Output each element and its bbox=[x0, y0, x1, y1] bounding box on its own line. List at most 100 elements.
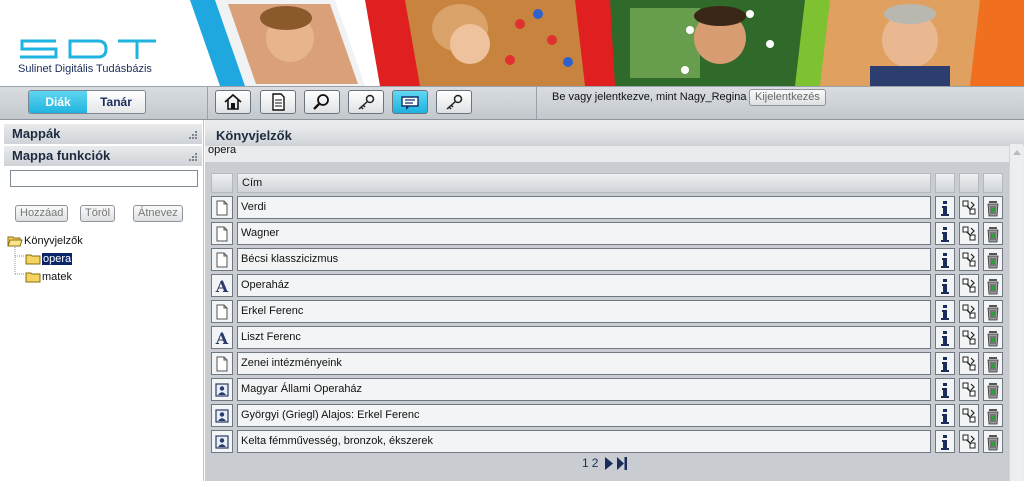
move-icon[interactable] bbox=[959, 352, 979, 375]
info-icon[interactable] bbox=[935, 326, 955, 349]
login-key-button[interactable] bbox=[348, 90, 384, 114]
toolbar-divider bbox=[536, 87, 537, 119]
collapse-grip-icon[interactable] bbox=[188, 130, 198, 139]
bookmarks-panel-title: Könyvjelzők bbox=[216, 128, 292, 143]
bookmark-title-link[interactable]: Operaház bbox=[237, 274, 931, 297]
table-header: Cím bbox=[211, 173, 1010, 193]
portrait-image-icon bbox=[211, 430, 233, 453]
document-icon bbox=[211, 196, 233, 219]
bookmark-title-link[interactable]: Wagner bbox=[237, 222, 931, 245]
header-title-cell: Cím bbox=[237, 173, 931, 193]
trash-icon[interactable] bbox=[983, 300, 1003, 323]
trash-icon[interactable] bbox=[983, 196, 1003, 219]
bookmark-list: Cím Verdi Wagner Bécsi klasszicizmus A Opera… bbox=[205, 162, 1009, 481]
move-icon[interactable] bbox=[959, 300, 979, 323]
bookmark-title-link[interactable]: Bécsi klasszicizmus bbox=[237, 248, 931, 271]
info-icon[interactable] bbox=[935, 352, 955, 375]
folder-name-input[interactable] bbox=[10, 170, 198, 187]
logout-button[interactable]: Kijelentkezés bbox=[749, 89, 826, 106]
role-teacher-button[interactable]: Tanár bbox=[87, 91, 145, 113]
table-row: Erkel Ferenc bbox=[211, 300, 1010, 323]
add-folder-button[interactable]: Hozzáad bbox=[15, 205, 69, 222]
admin-key-button[interactable] bbox=[436, 90, 472, 114]
info-icon[interactable] bbox=[935, 274, 955, 297]
collapse-grip-icon[interactable] bbox=[188, 152, 198, 161]
table-row: Verdi bbox=[211, 196, 1010, 219]
bookmark-title-link[interactable]: Zenei intézményeink bbox=[237, 352, 931, 375]
move-icon[interactable] bbox=[959, 222, 979, 245]
tree-folder-matek[interactable]: matek bbox=[25, 271, 72, 283]
site-subtitle: Sulinet Digitális Tudásbázis bbox=[18, 63, 152, 75]
info-icon[interactable] bbox=[935, 378, 955, 401]
bookmark-icon bbox=[401, 96, 419, 110]
role-switch: Diák Tanár bbox=[28, 90, 146, 114]
sdt-logo bbox=[20, 39, 156, 59]
table-row: Magyar Állami Operaház bbox=[211, 378, 1010, 401]
trash-icon[interactable] bbox=[983, 274, 1003, 297]
folder-icon bbox=[25, 254, 41, 265]
document-icon bbox=[272, 93, 285, 111]
info-icon[interactable] bbox=[935, 248, 955, 271]
bookmark-title-link[interactable]: Györgyi (Griegl) Alajos: Erkel Ferenc bbox=[237, 404, 931, 427]
move-icon[interactable] bbox=[959, 196, 979, 219]
bookmark-title-link[interactable]: Erkel Ferenc bbox=[237, 300, 931, 323]
header-banner-image bbox=[190, 0, 1024, 86]
table-row: Kelta fémművesség, bronzok, ékszerek bbox=[211, 430, 1010, 453]
bookmark-title-link[interactable]: Liszt Ferenc bbox=[237, 326, 931, 349]
current-folder-title: opera bbox=[208, 144, 237, 156]
search-button[interactable] bbox=[304, 90, 340, 114]
page-link-1[interactable]: 1 bbox=[582, 456, 589, 470]
home-button[interactable] bbox=[215, 90, 251, 114]
move-icon[interactable] bbox=[959, 248, 979, 271]
document-icon bbox=[211, 300, 233, 323]
bookmark-title-link[interactable]: Kelta fémművesség, bronzok, ékszerek bbox=[237, 430, 931, 453]
document-icon bbox=[211, 222, 233, 245]
svg-text:A: A bbox=[215, 278, 229, 294]
rename-folder-button[interactable]: Átnevez bbox=[133, 205, 183, 222]
trash-icon[interactable] bbox=[983, 222, 1003, 245]
tree-root-label: Könyvjelzők bbox=[24, 235, 83, 247]
trash-icon[interactable] bbox=[983, 326, 1003, 349]
info-icon[interactable] bbox=[935, 196, 955, 219]
info-icon[interactable] bbox=[935, 300, 955, 323]
bookmark-title-link[interactable]: Magyar Állami Operaház bbox=[237, 378, 931, 401]
folder-icon bbox=[25, 272, 41, 283]
bookmarks-panel-header: Könyvjelzők bbox=[205, 126, 1024, 146]
login-status-text: Be vagy jelentkezve, mint Nagy_Regina bbox=[552, 91, 747, 103]
tree-folder-label: opera bbox=[42, 253, 73, 265]
bookmarks-button[interactable] bbox=[392, 90, 428, 114]
header-action-cell bbox=[959, 173, 979, 193]
toolbar-divider bbox=[207, 87, 208, 119]
last-page-icon[interactable] bbox=[617, 456, 628, 470]
next-page-icon[interactable] bbox=[604, 456, 614, 470]
delete-folder-button[interactable]: Töröl bbox=[80, 205, 116, 222]
table-row: Wagner bbox=[211, 222, 1010, 245]
trash-icon[interactable] bbox=[983, 378, 1003, 401]
info-icon[interactable] bbox=[935, 430, 955, 453]
key-icon bbox=[446, 94, 463, 110]
scroll-up-arrow-icon[interactable] bbox=[1013, 150, 1021, 155]
trash-icon[interactable] bbox=[983, 404, 1003, 427]
move-icon[interactable] bbox=[959, 430, 979, 453]
folders-panel-title: Mappák bbox=[12, 126, 61, 141]
tree-root-folder[interactable]: Könyvjelzők bbox=[7, 235, 83, 247]
header-icon-cell bbox=[211, 173, 233, 193]
bookmark-title-link[interactable]: Verdi bbox=[237, 196, 931, 219]
move-icon[interactable] bbox=[959, 378, 979, 401]
move-icon[interactable] bbox=[959, 326, 979, 349]
trash-icon[interactable] bbox=[983, 352, 1003, 375]
tree-folder-opera[interactable]: opera bbox=[25, 253, 73, 265]
page-link-2[interactable]: 2 bbox=[592, 456, 599, 470]
document-button[interactable] bbox=[260, 90, 296, 114]
key-icon bbox=[358, 94, 375, 110]
role-student-button[interactable]: Diák bbox=[29, 91, 87, 113]
document-icon bbox=[211, 352, 233, 375]
move-icon[interactable] bbox=[959, 274, 979, 297]
info-icon[interactable] bbox=[935, 222, 955, 245]
trash-icon[interactable] bbox=[983, 430, 1003, 453]
table-row: Györgyi (Griegl) Alajos: Erkel Ferenc bbox=[211, 404, 1010, 427]
vertical-scrollbar[interactable] bbox=[1009, 144, 1023, 481]
trash-icon[interactable] bbox=[983, 248, 1003, 271]
move-icon[interactable] bbox=[959, 404, 979, 427]
info-icon[interactable] bbox=[935, 404, 955, 427]
